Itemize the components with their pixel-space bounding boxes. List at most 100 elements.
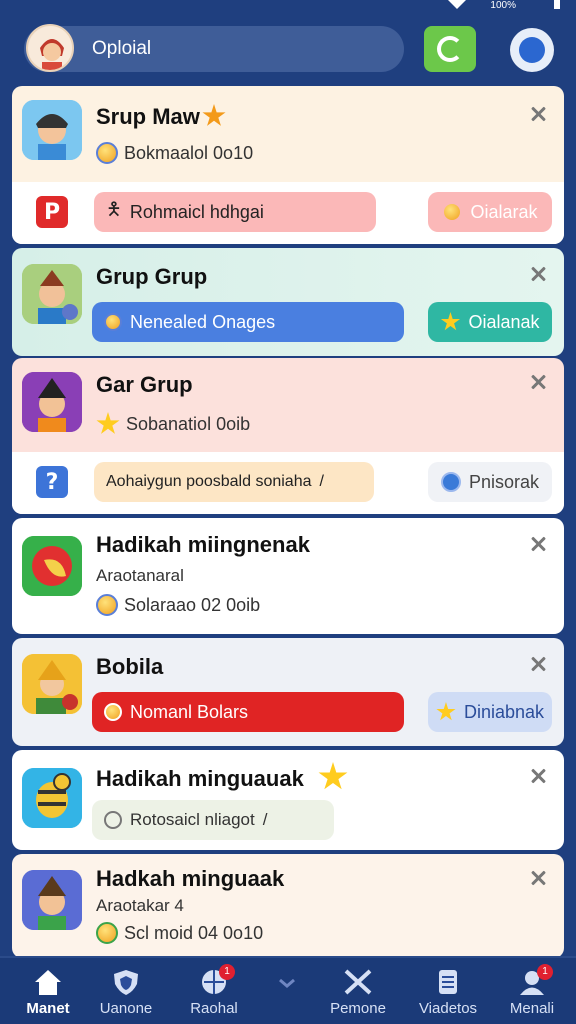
nav-item-menali[interactable]: 1 Menali <box>484 958 576 1024</box>
clock-icon <box>104 811 122 829</box>
refresh-button[interactable] <box>424 26 476 72</box>
action-pill[interactable]: Nenealed Onages <box>92 302 404 342</box>
close-icon[interactable] <box>530 106 546 122</box>
battery-icon <box>554 0 560 9</box>
coin-icon <box>104 703 122 721</box>
star-icon <box>318 762 348 790</box>
group-title: Grup Grup <box>96 264 208 289</box>
wifi-icon <box>448 0 466 9</box>
group-subtitle: Sobanatiol 0oib <box>96 412 250 436</box>
group-avatar <box>22 264 82 324</box>
close-icon[interactable] <box>530 266 546 282</box>
action-pill[interactable]: 🯅 Rohmaicl hdhgai <box>94 192 376 232</box>
close-icon[interactable] <box>530 374 546 390</box>
tools-icon <box>343 968 373 996</box>
nav-item-viadetos[interactable]: Viadetos <box>400 958 496 1024</box>
group-subtitle: Scl moid 04 0o10 <box>96 922 263 944</box>
chevron-icon <box>272 968 302 996</box>
card-action-row: ? Aohaiygun poosbald soniaha / Pnisorak <box>12 452 564 514</box>
close-icon[interactable] <box>530 768 546 784</box>
pencil-icon: / <box>319 473 324 490</box>
group-avatar <box>22 372 82 432</box>
group-title: Hadikah miingnenak <box>96 532 310 557</box>
right-action-button[interactable]: Oialarak <box>428 192 552 232</box>
profile-button[interactable] <box>510 28 554 72</box>
group-title: Srup Maw <box>96 104 200 129</box>
button-text: Pnisorak <box>468 471 540 492</box>
group-card[interactable]: Hadkah minguaak Araotakar 4 Scl moid 04 … <box>12 854 564 958</box>
pill-text: Nomanl Bolars <box>130 701 249 722</box>
nav-label: Pemone <box>330 1000 386 1017</box>
shield-icon <box>111 968 141 996</box>
globe-icon: 1 <box>199 964 235 996</box>
close-icon[interactable] <box>530 656 546 672</box>
group-title: Gar Grup <box>96 372 193 397</box>
action-pill[interactable]: Rotosaicl nliagot / <box>92 800 334 840</box>
home-icon <box>33 968 63 996</box>
group-card[interactable]: Hadikah minguauak Rotosaicl nliagot / <box>12 750 564 850</box>
group-card[interactable]: Srup Maw Bokmaalol 0o10 P 🯅 Rohmaicl hdhg… <box>12 86 564 244</box>
nav-label: Uanone <box>99 1000 153 1017</box>
coin-icon <box>96 594 118 616</box>
subtitle-text: Solaraao 02 0oib <box>124 594 261 615</box>
group-title: Bobila <box>96 654 164 679</box>
coin-icon <box>104 313 122 331</box>
profile-icon <box>519 37 545 63</box>
notification-badge: 1 <box>219 964 235 980</box>
group-subtitle: Solaraao 02 0oib <box>96 594 260 616</box>
action-pill[interactable]: Nomanl Bolars <box>92 692 404 732</box>
close-icon[interactable] <box>530 870 546 886</box>
coin-icon <box>96 142 118 164</box>
notification-badge: 1 <box>537 964 553 980</box>
pill-text: Rotosaicl nliagot <box>130 810 255 829</box>
shield-icon: ? <box>36 466 68 498</box>
subtitle-text: Scl moid 04 0o10 <box>124 922 264 943</box>
status-bar: 100% <box>0 0 576 14</box>
group-card[interactable]: Bobila Nomanl Bolars Diniabnak <box>12 638 564 746</box>
bottom-nav: Manet Uanone 1 Raohal Pemone Viadetos 1 … <box>0 956 576 1024</box>
pencil-icon: / <box>262 810 268 829</box>
coin-icon <box>442 202 463 222</box>
subtitle-text: Bokmaalol 0o10 <box>124 142 254 163</box>
group-avatar <box>22 100 82 160</box>
coin-icon <box>96 922 118 944</box>
search-text: Oploial <box>92 38 152 59</box>
close-icon[interactable] <box>530 536 546 552</box>
star-icon <box>436 702 456 721</box>
star-icon <box>96 412 120 434</box>
star-icon <box>440 312 461 331</box>
subtitle-text: Sobanatiol 0oib <box>126 413 251 434</box>
group-title: Hadikah minguauak <box>96 766 304 791</box>
right-action-button[interactable]: Oialanak <box>428 302 552 342</box>
search-bar[interactable]: Oploial <box>24 26 404 72</box>
header: Oploial <box>0 20 576 82</box>
right-action-button[interactable]: Pnisorak <box>428 462 552 502</box>
group-meta: Araotanaral <box>96 566 184 585</box>
person-icon: 🯅 <box>106 199 122 219</box>
pill-text: Rohmaicl hdhgai <box>129 201 264 222</box>
p-icon: P <box>36 196 68 228</box>
refresh-icon <box>437 36 463 62</box>
globe-icon <box>440 472 461 492</box>
group-avatar <box>22 870 82 930</box>
user-avatar[interactable] <box>26 24 74 72</box>
group-avatar <box>22 768 82 828</box>
pill-text: Aohaiygun poosbald soniaha <box>106 473 312 490</box>
group-card[interactable]: Hadikah miingnenak Araotanaral Solaraao … <box>12 518 564 634</box>
document-icon <box>433 968 463 996</box>
group-card[interactable]: Grup Grup Nenealed Onages Oialanak <box>12 248 564 356</box>
group-meta: Araotakar 4 <box>96 896 184 915</box>
group-subtitle: Bokmaalol 0o10 <box>96 142 253 164</box>
nav-label: Raohal <box>190 1000 238 1017</box>
nav-item-raohal[interactable]: 1 Raohal <box>166 958 262 1024</box>
badge-icon <box>202 104 226 126</box>
nav-item-uanone[interactable]: Uanone <box>78 958 174 1024</box>
right-action-button[interactable]: Diniabnak <box>428 692 552 732</box>
button-text: Oialanak <box>468 311 540 332</box>
group-card[interactable]: Gar Grup Sobanatiol 0oib ? Aohaiygun poo… <box>12 358 564 514</box>
nav-item-pemone[interactable]: Pemone <box>310 958 406 1024</box>
button-text: Oialarak <box>470 201 538 222</box>
action-pill[interactable]: Aohaiygun poosbald soniaha / <box>94 462 374 502</box>
button-text: Diniabnak <box>463 701 545 722</box>
nav-label: Menali <box>509 1000 555 1017</box>
